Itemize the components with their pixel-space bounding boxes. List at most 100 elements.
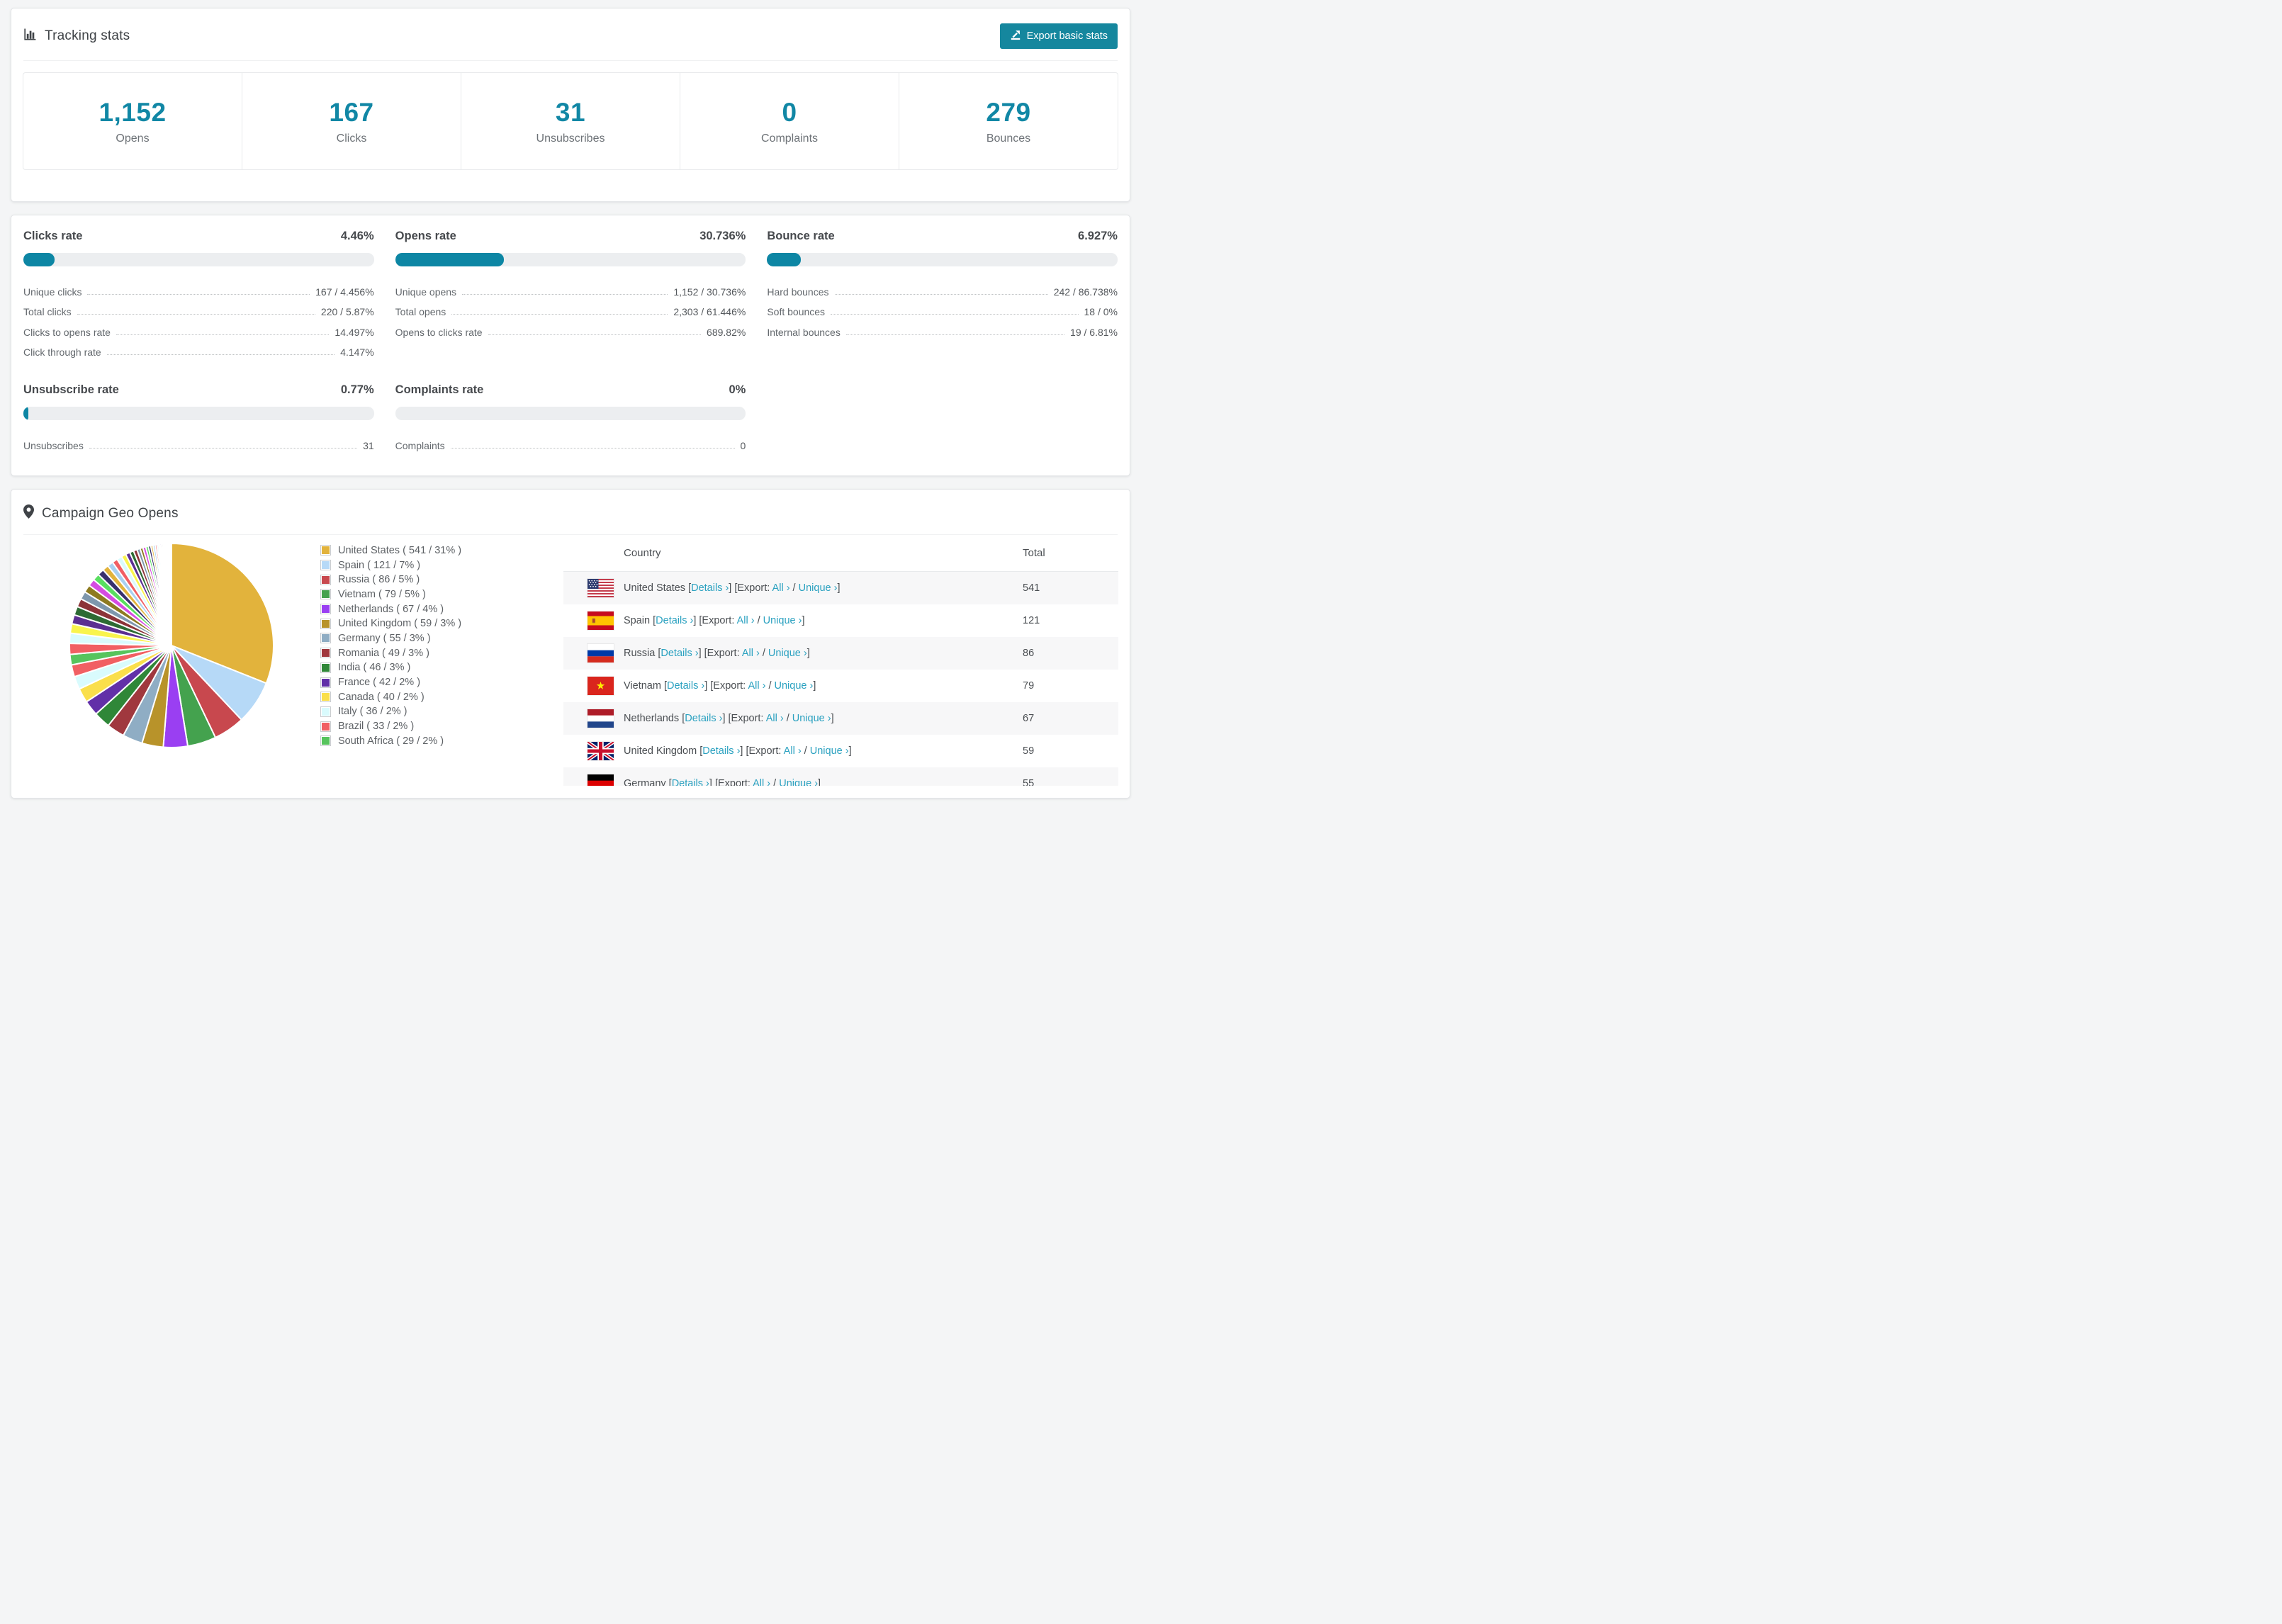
rate-section-opens-rate: Opens rate 30.736% Unique opens 1,152 / … xyxy=(395,230,746,358)
page-title-text: Tracking stats xyxy=(45,28,130,43)
legend-label: United States ( 541 / 31% ) xyxy=(338,544,462,556)
rate-detail-row: Unique clicks 167 / 4.456% xyxy=(23,277,374,298)
geo-table-row: United Kingdom [Details ›] [Export: All … xyxy=(563,735,1118,767)
legend-swatch xyxy=(320,721,331,732)
geo-opens-content: United States ( 541 / 31% ) Spain ( 121 … xyxy=(11,535,1130,798)
country-details-link[interactable]: Details › xyxy=(672,778,709,786)
detail-value: 31 xyxy=(363,439,374,451)
geo-opens-table: Country Total United States [Details ›] … xyxy=(563,535,1118,786)
country-name: Vietnam xyxy=(624,680,664,692)
detail-label: Total opens xyxy=(395,306,446,317)
dotted-leader xyxy=(845,334,1065,335)
export-all-link[interactable]: All › xyxy=(737,615,755,626)
legend-swatch xyxy=(320,589,331,600)
country-links: [Details ›] [Export: All › / Unique ›] xyxy=(663,680,816,692)
country-details-link[interactable]: Details › xyxy=(702,745,740,757)
summary-label: Unsubscribes xyxy=(536,132,605,145)
legend-swatch xyxy=(320,545,331,556)
rate-section-unsubscribe-rate: Unsubscribe rate 0.77% Unsubscribes 31 xyxy=(23,383,374,451)
legend-swatch xyxy=(320,574,331,585)
summary-value: 279 xyxy=(986,97,1031,127)
legend-item: Spain ( 121 / 7% ) xyxy=(320,558,461,573)
rate-section-bounce-rate: Bounce rate 6.927% Hard bounces 242 / 86… xyxy=(767,230,1118,358)
export-unique-link[interactable]: Unique › xyxy=(792,713,831,724)
rate-value: 4.46% xyxy=(340,230,374,242)
legend-item: Brazil ( 33 / 2% ) xyxy=(320,719,461,734)
legend-label: Canada ( 40 / 2% ) xyxy=(338,691,425,703)
geo-opens-table-clip: Country Total United States [Details ›] … xyxy=(563,535,1118,786)
tracking-stats-card: Tracking stats Export basic stats 1,152 … xyxy=(11,8,1130,202)
detail-label: Internal bounces xyxy=(767,326,841,338)
country-links: [Details ›] [Export: All › / Unique ›] xyxy=(688,582,841,594)
geo-opens-pie-chart[interactable] xyxy=(65,539,278,752)
detail-value: 1,152 / 30.736% xyxy=(673,286,746,298)
export-unique-link[interactable]: Unique › xyxy=(768,648,807,659)
country-links: [Details ›] [Export: All › / Unique ›] xyxy=(699,745,852,757)
rate-progress-fill xyxy=(767,253,802,266)
export-all-link[interactable]: All › xyxy=(742,648,760,659)
legend-swatch xyxy=(320,560,331,571)
detail-value: 0 xyxy=(740,439,746,451)
country-cell: Vietnam [Details ›] [Export: All › / Uni… xyxy=(563,676,1023,695)
country-details-link[interactable]: Details › xyxy=(685,713,722,724)
rate-progress-bar xyxy=(767,253,1118,266)
geo-opens-header: Campaign Geo Opens xyxy=(23,490,1118,535)
pie-slice[interactable] xyxy=(170,542,172,646)
dotted-leader xyxy=(106,354,335,355)
country-cell: Spain [Details ›] [Export: All › / Uniqu… xyxy=(563,611,1023,630)
export-unique-link[interactable]: Unique › xyxy=(810,745,849,757)
rate-detail-row: Internal bounces 19 / 6.81% xyxy=(767,317,1118,338)
export-all-link[interactable]: All › xyxy=(748,680,765,692)
export-unique-link[interactable]: Unique › xyxy=(799,582,838,594)
rate-progress-fill xyxy=(23,253,55,266)
country-cell: Germany [Details ›] [Export: All › / Uni… xyxy=(563,774,1023,786)
country-links: [Details ›] [Export: All › / Unique ›] xyxy=(682,712,834,724)
total-cell: 59 xyxy=(1023,745,1035,757)
country-details-link[interactable]: Details › xyxy=(661,648,698,659)
export-all-link[interactable]: All › xyxy=(766,713,784,724)
country-links: [Details ›] [Export: All › / Unique ›] xyxy=(653,614,805,626)
detail-label: Soft bounces xyxy=(767,306,826,317)
legend-item: Russia ( 86 / 5% ) xyxy=(320,573,461,587)
detail-value: 242 / 86.738% xyxy=(1053,286,1118,298)
export-all-link[interactable]: All › xyxy=(772,582,790,594)
total-column-header: Total xyxy=(1023,546,1045,559)
summary-label: Complaints xyxy=(760,132,819,145)
export-all-link[interactable]: All › xyxy=(753,778,770,786)
bar-chart-icon xyxy=(23,28,37,45)
rate-progress-bar xyxy=(395,407,746,420)
de-flag-icon xyxy=(588,774,614,786)
export-unique-link[interactable]: Unique › xyxy=(763,615,802,626)
export-all-link[interactable]: All › xyxy=(784,745,802,757)
country-links: [Details ›] [Export: All › / Unique ›] xyxy=(669,778,821,786)
total-cell: 121 xyxy=(1023,614,1040,626)
nl-flag-icon xyxy=(588,709,614,728)
legend-item: Vietnam ( 79 / 5% ) xyxy=(320,587,461,602)
summary-value: 1,152 xyxy=(99,97,167,127)
export-unique-link[interactable]: Unique › xyxy=(779,778,818,786)
country-details-link[interactable]: Details › xyxy=(691,582,729,594)
dotted-leader xyxy=(831,314,1079,315)
legend-item: Italy ( 36 / 2% ) xyxy=(320,704,461,719)
rate-title: Clicks rate xyxy=(23,230,83,242)
geo-opens-title: Campaign Geo Opens xyxy=(23,504,179,523)
summary-value: 0 xyxy=(782,97,797,127)
dotted-leader xyxy=(89,447,358,449)
export-unique-link[interactable]: Unique › xyxy=(775,680,814,692)
country-details-link[interactable]: Details › xyxy=(667,680,704,692)
legend-item: Romania ( 49 / 3% ) xyxy=(320,645,461,660)
detail-label: Unsubscribes xyxy=(23,439,84,451)
country-details-link[interactable]: Details › xyxy=(656,615,693,626)
rate-value: 30.736% xyxy=(699,230,746,242)
page-title: Tracking stats xyxy=(23,28,130,45)
total-cell: 541 xyxy=(1023,582,1040,594)
dotted-leader xyxy=(77,314,315,315)
detail-label: Total clicks xyxy=(23,306,72,317)
detail-value: 220 / 5.87% xyxy=(320,306,374,317)
rates-grid: Clicks rate 4.46% Unique clicks 167 / 4.… xyxy=(23,230,1118,451)
country-column-header: Country xyxy=(624,546,661,559)
summary-label: Opens xyxy=(116,132,150,145)
export-basic-stats-button[interactable]: Export basic stats xyxy=(999,23,1118,49)
geo-table-row: Netherlands [Details ›] [Export: All › /… xyxy=(563,701,1118,735)
total-cell: 67 xyxy=(1023,712,1035,724)
